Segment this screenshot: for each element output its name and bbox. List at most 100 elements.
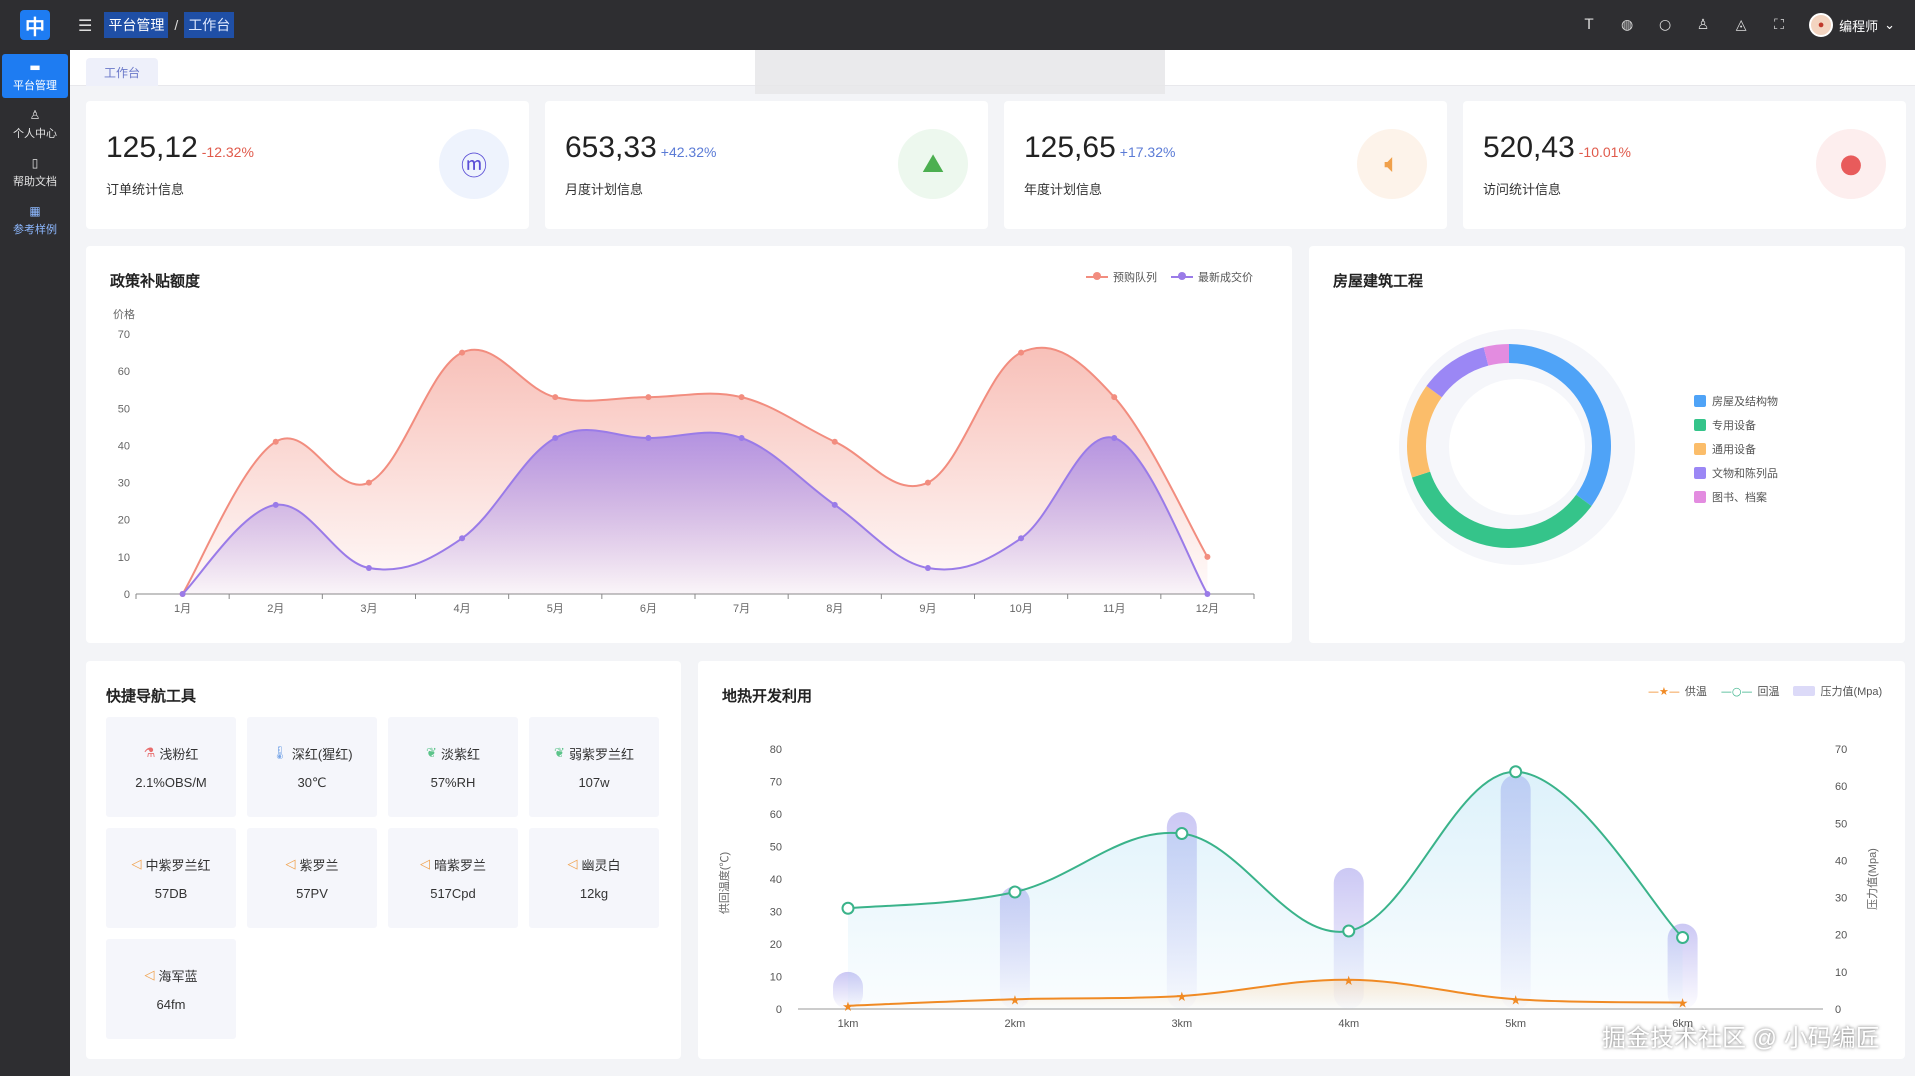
sidebar-item-examples[interactable]: ▦ 参考样例	[2, 198, 68, 242]
stat-label: 访问统计信息	[1483, 182, 1562, 197]
doc-icon: ▯	[31, 155, 39, 170]
y-right-tick-label: 20	[1835, 930, 1847, 942]
stat-label: 订单统计信息	[106, 182, 185, 197]
y-right-tick-label: 0	[1835, 1004, 1841, 1016]
breadcrumb-item-workbench[interactable]: 工作台	[184, 12, 235, 38]
return-temp-point	[1676, 931, 1690, 944]
speaker-icon: ◁	[131, 857, 142, 872]
legend-swatch	[1694, 491, 1706, 503]
quick-nav-tile[interactable]: ⚗ 浅粉红 2.1%OBS/M	[106, 717, 236, 817]
search-icon[interactable]: ○	[1657, 17, 1673, 33]
return-temp-point	[841, 901, 855, 915]
y-left-tick-label: 0	[776, 1004, 782, 1016]
sidebar-item-platform[interactable]: ▬ 平台管理	[2, 54, 68, 98]
leaf-icon: ❦	[554, 746, 565, 761]
y-left-tick-label: 30	[770, 907, 782, 919]
x-tick-label: 2km	[1005, 1018, 1026, 1030]
shirt-icon[interactable]: ♙	[1695, 17, 1711, 33]
font-size-icon[interactable]: T	[1581, 17, 1597, 33]
legend-item[interactable]: 专用设备	[1694, 413, 1778, 437]
stat-value: 520,43 -10.01%	[1483, 131, 1631, 164]
tile-value: 64fm	[156, 997, 186, 1012]
sidebar-item-help[interactable]: ▯ 帮助文档	[2, 150, 68, 194]
return-temp-area	[848, 771, 1683, 1009]
quick-nav-tile[interactable]: ◁ 中紫罗兰红 57DB	[106, 828, 236, 928]
legend-item[interactable]: 图书、档案	[1694, 485, 1778, 509]
y-tick-label: 10	[118, 552, 130, 564]
stat-card-monthly: 653,33 +42.32% 月度计划信息 ⛰	[545, 101, 988, 229]
breadcrumb-separator: /	[174, 17, 179, 33]
return-temp-point	[1342, 924, 1356, 938]
tile-name: ◁ 暗紫罗兰	[420, 855, 486, 874]
supply-temp-point: ★	[1677, 996, 1689, 1011]
legend-item[interactable]: 通用设备	[1694, 437, 1778, 461]
quick-nav-tile[interactable]: ◁ 紫罗兰 57PV	[247, 828, 377, 928]
x-tick-label: 8月	[826, 603, 843, 615]
bell-icon[interactable]: ◬	[1733, 17, 1749, 33]
y-right-tick-label: 60	[1835, 781, 1847, 793]
leaf-icon: ❦	[426, 746, 437, 761]
data-point	[552, 435, 559, 441]
x-tick-label: 4月	[454, 603, 471, 615]
stat-label: 年度计划信息	[1024, 182, 1103, 197]
fullscreen-icon[interactable]: ⛶	[1771, 17, 1787, 33]
legend-swatch	[1694, 395, 1706, 407]
quick-nav-tile[interactable]: 🌡︎ 深红(猩红) 30℃	[247, 717, 377, 817]
data-point	[738, 435, 745, 441]
quick-nav-tile[interactable]: ◁ 暗紫罗兰 517Cpd	[388, 828, 518, 928]
legend-label: 文物和陈列品	[1712, 468, 1778, 480]
tile-name: ◁ 幽灵白	[567, 855, 620, 874]
y-left-tick-label: 10	[770, 972, 782, 984]
tile-label: 中紫罗兰红	[145, 858, 211, 873]
stat-label: 月度计划信息	[565, 182, 644, 197]
thermometer-icon: 🌡︎	[271, 745, 288, 761]
quick-nav-tile[interactable]: ❦ 弱紫罗兰红 107w	[529, 717, 659, 817]
return-temp-point	[1175, 827, 1189, 840]
supply-temp-point: ★	[1343, 973, 1355, 988]
data-point	[1204, 591, 1211, 597]
quick-nav-tile[interactable]: ◁ 幽灵白 12kg	[529, 828, 659, 928]
tab-workbench[interactable]: 工作台	[86, 58, 159, 86]
menu-toggle-icon[interactable]: ☰	[78, 16, 92, 35]
data-point	[924, 565, 931, 571]
data-point	[1018, 535, 1025, 542]
x-tick-label: 11月	[1103, 603, 1125, 615]
x-tick-label: 3月	[360, 603, 377, 615]
github-icon: ●	[1816, 129, 1886, 199]
data-point	[1111, 435, 1118, 441]
return-temp-point	[1008, 885, 1022, 899]
tile-value: 57PV	[296, 886, 328, 901]
y-left-tick-label: 50	[770, 842, 782, 854]
tile-label: 海军蓝	[158, 969, 198, 984]
donut-legend: 房屋及结构物 专用设备 通用设备文物和陈列品图书、档案	[1694, 389, 1778, 509]
tile-value: 12kg	[579, 886, 609, 901]
stat-card-orders: 125,12 -12.32% 订单统计信息 ⓜ	[86, 101, 529, 229]
legend-item[interactable]: 房屋及结构物	[1694, 389, 1778, 413]
quick-nav-tile[interactable]: ◁ 海军蓝 64fm	[106, 939, 236, 1039]
speaker-icon: ◁	[285, 857, 296, 872]
breadcrumb-item-platform[interactable]: 平台管理	[104, 12, 169, 38]
app-logo[interactable]: 中	[20, 10, 50, 40]
meituan-icon: ⓜ	[439, 129, 509, 199]
legend-item[interactable]: 文物和陈列品	[1694, 461, 1778, 485]
data-point	[1018, 349, 1025, 356]
sidebar-item-label: 平台管理	[13, 79, 57, 92]
data-point	[459, 535, 466, 542]
globe-icon[interactable]: ◍	[1619, 17, 1635, 33]
stat-change: +17.32%	[1119, 144, 1176, 160]
sidebar-item-profile[interactable]: ♙ 个人中心	[2, 102, 68, 146]
speaker-icon: ◁	[144, 968, 155, 983]
y-left-tick-label: 80	[770, 744, 782, 756]
x-tick-label: 7月	[733, 603, 750, 615]
tile-value: 30℃	[297, 774, 327, 790]
donut-hole	[1449, 379, 1585, 515]
stat-card-yearly: 125,65 +17.32% 年度计划信息 🔈︎	[1004, 101, 1447, 229]
speaker-icon: ◁	[567, 857, 578, 872]
legend-swatch	[1694, 467, 1706, 479]
y-right-tick-label: 10	[1835, 967, 1847, 979]
quick-nav-tile[interactable]: ❦ 淡紫红 57%RH	[388, 717, 518, 817]
x-tick-label: 2月	[267, 603, 284, 615]
user-menu[interactable]: ● 编程师 ⌄	[1809, 13, 1895, 37]
tile-value: 57%RH	[430, 775, 476, 790]
speaker-icon: ◁	[419, 857, 430, 872]
